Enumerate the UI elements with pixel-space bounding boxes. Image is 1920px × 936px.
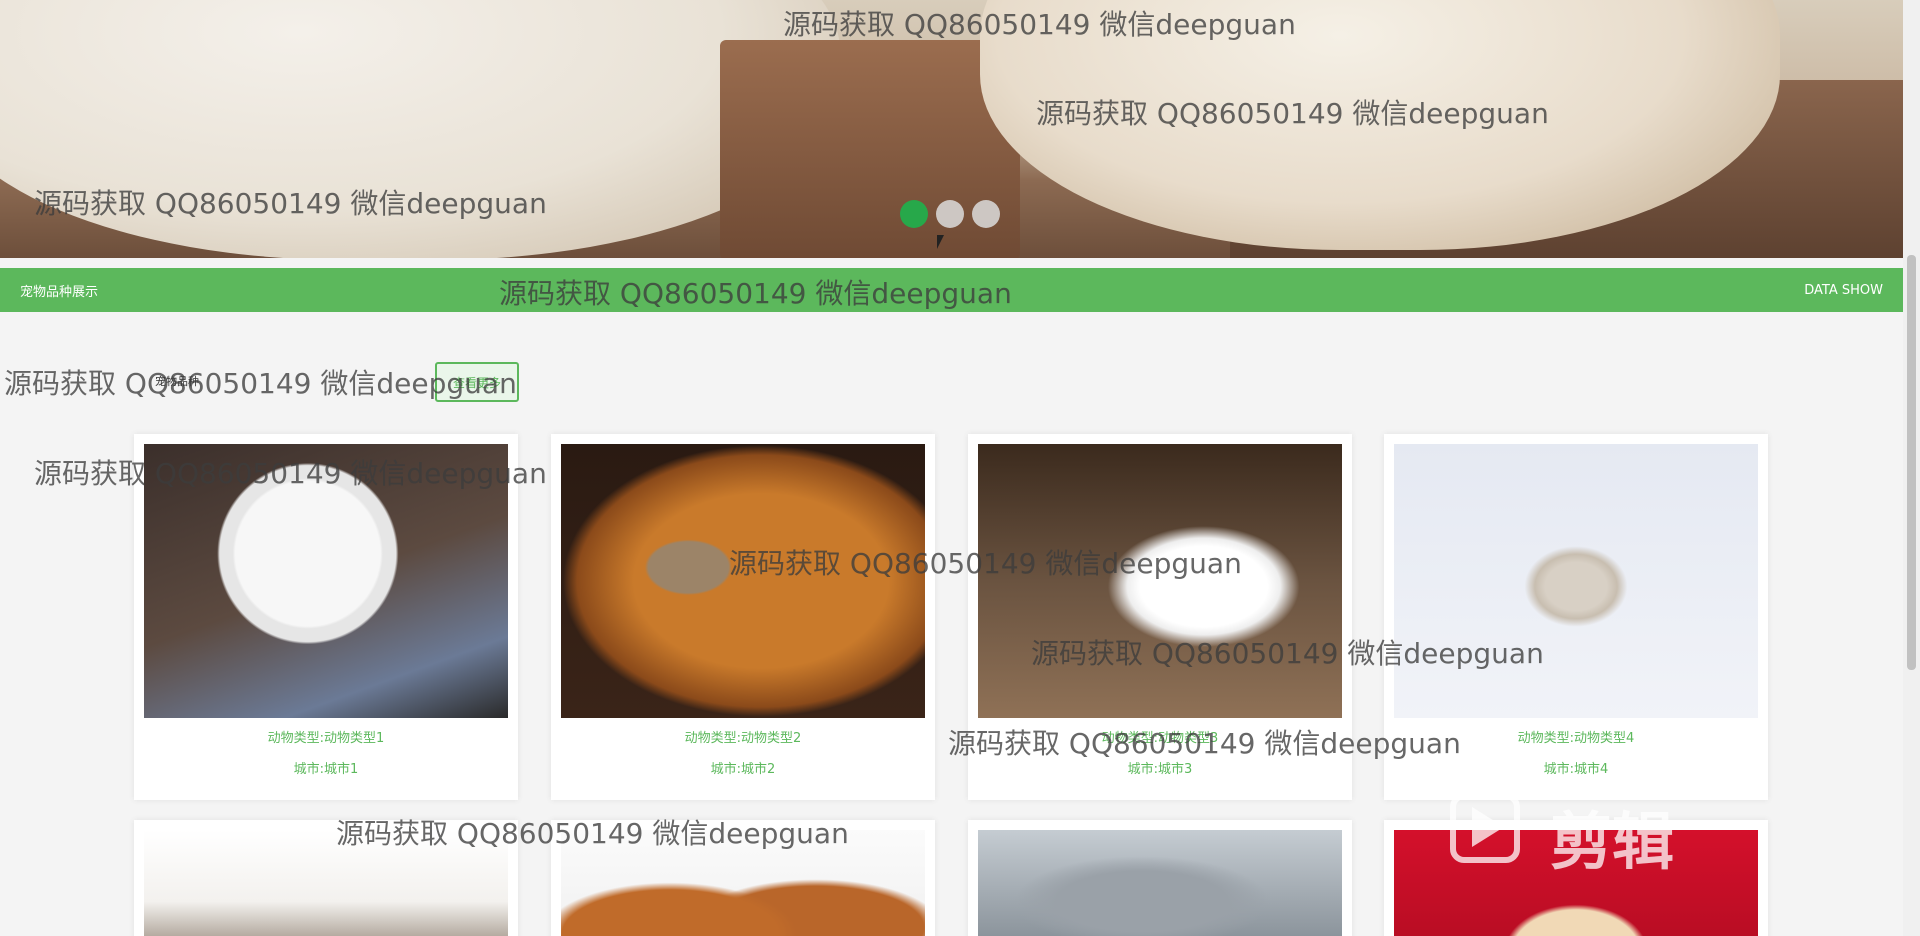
banner-carousel[interactable] — [0, 0, 1903, 258]
pet-card-7[interactable] — [968, 820, 1352, 936]
carousel-dot-3[interactable] — [972, 200, 1000, 228]
pet-card-6[interactable] — [551, 820, 935, 936]
pet-card-5[interactable] — [134, 820, 518, 936]
section-navbar: 宠物品种展示 DATA SHOW — [0, 268, 1903, 312]
pet-type-label: 动物类型:动物类型4 — [1517, 731, 1635, 746]
carousel-dot-1[interactable] — [900, 200, 928, 228]
video-logo-overlay: 剪辑 — [1450, 785, 1820, 878]
pet-type-label: 动物类型:动物类型1 — [267, 731, 385, 746]
pet-photo[interactable] — [144, 830, 508, 936]
scrollbar-thumb[interactable] — [1907, 255, 1916, 670]
pet-photo[interactable] — [144, 444, 508, 718]
carousel-indicators — [900, 200, 1000, 228]
pet-photo[interactable] — [561, 830, 925, 936]
page-scrollbar[interactable] — [1903, 0, 1920, 936]
pet-photo[interactable] — [978, 444, 1342, 718]
navbar-left-label[interactable]: 宠物品种展示 — [20, 281, 98, 300]
mouse-cursor-icon — [937, 235, 944, 249]
pet-city-label: 城市:城市3 — [1127, 762, 1193, 777]
pet-city-label: 城市:城市2 — [710, 762, 776, 777]
pet-card-1[interactable]: 动物类型:动物类型1 城市:城市1 — [134, 434, 518, 800]
pet-photo[interactable] — [561, 444, 925, 718]
navbar-right-label[interactable]: DATA SHOW — [1804, 283, 1883, 298]
pet-photo[interactable] — [1394, 444, 1758, 718]
pet-card-4[interactable]: 动物类型:动物类型4 城市:城市4 — [1384, 434, 1768, 800]
logo-text: 剪辑 — [1550, 805, 1675, 878]
section-title: 宠物品种 — [155, 375, 199, 388]
pet-type-label: 动物类型:动物类型3 — [1101, 731, 1219, 746]
pet-card-2[interactable]: 动物类型:动物类型2 城市:城市2 — [551, 434, 935, 800]
banner-photo-dog-left — [0, 0, 840, 258]
pet-photo[interactable] — [978, 830, 1342, 936]
pet-type-label: 动物类型:动物类型2 — [684, 731, 802, 746]
more-button[interactable]: 查看更多 — [435, 362, 519, 402]
pet-city-label: 城市:城市1 — [293, 762, 359, 777]
pet-city-label: 城市:城市4 — [1543, 762, 1609, 777]
pet-card-3[interactable]: 动物类型:动物类型3 城市:城市3 — [968, 434, 1352, 800]
play-triangle-icon — [1472, 807, 1504, 847]
carousel-dot-2[interactable] — [936, 200, 964, 228]
